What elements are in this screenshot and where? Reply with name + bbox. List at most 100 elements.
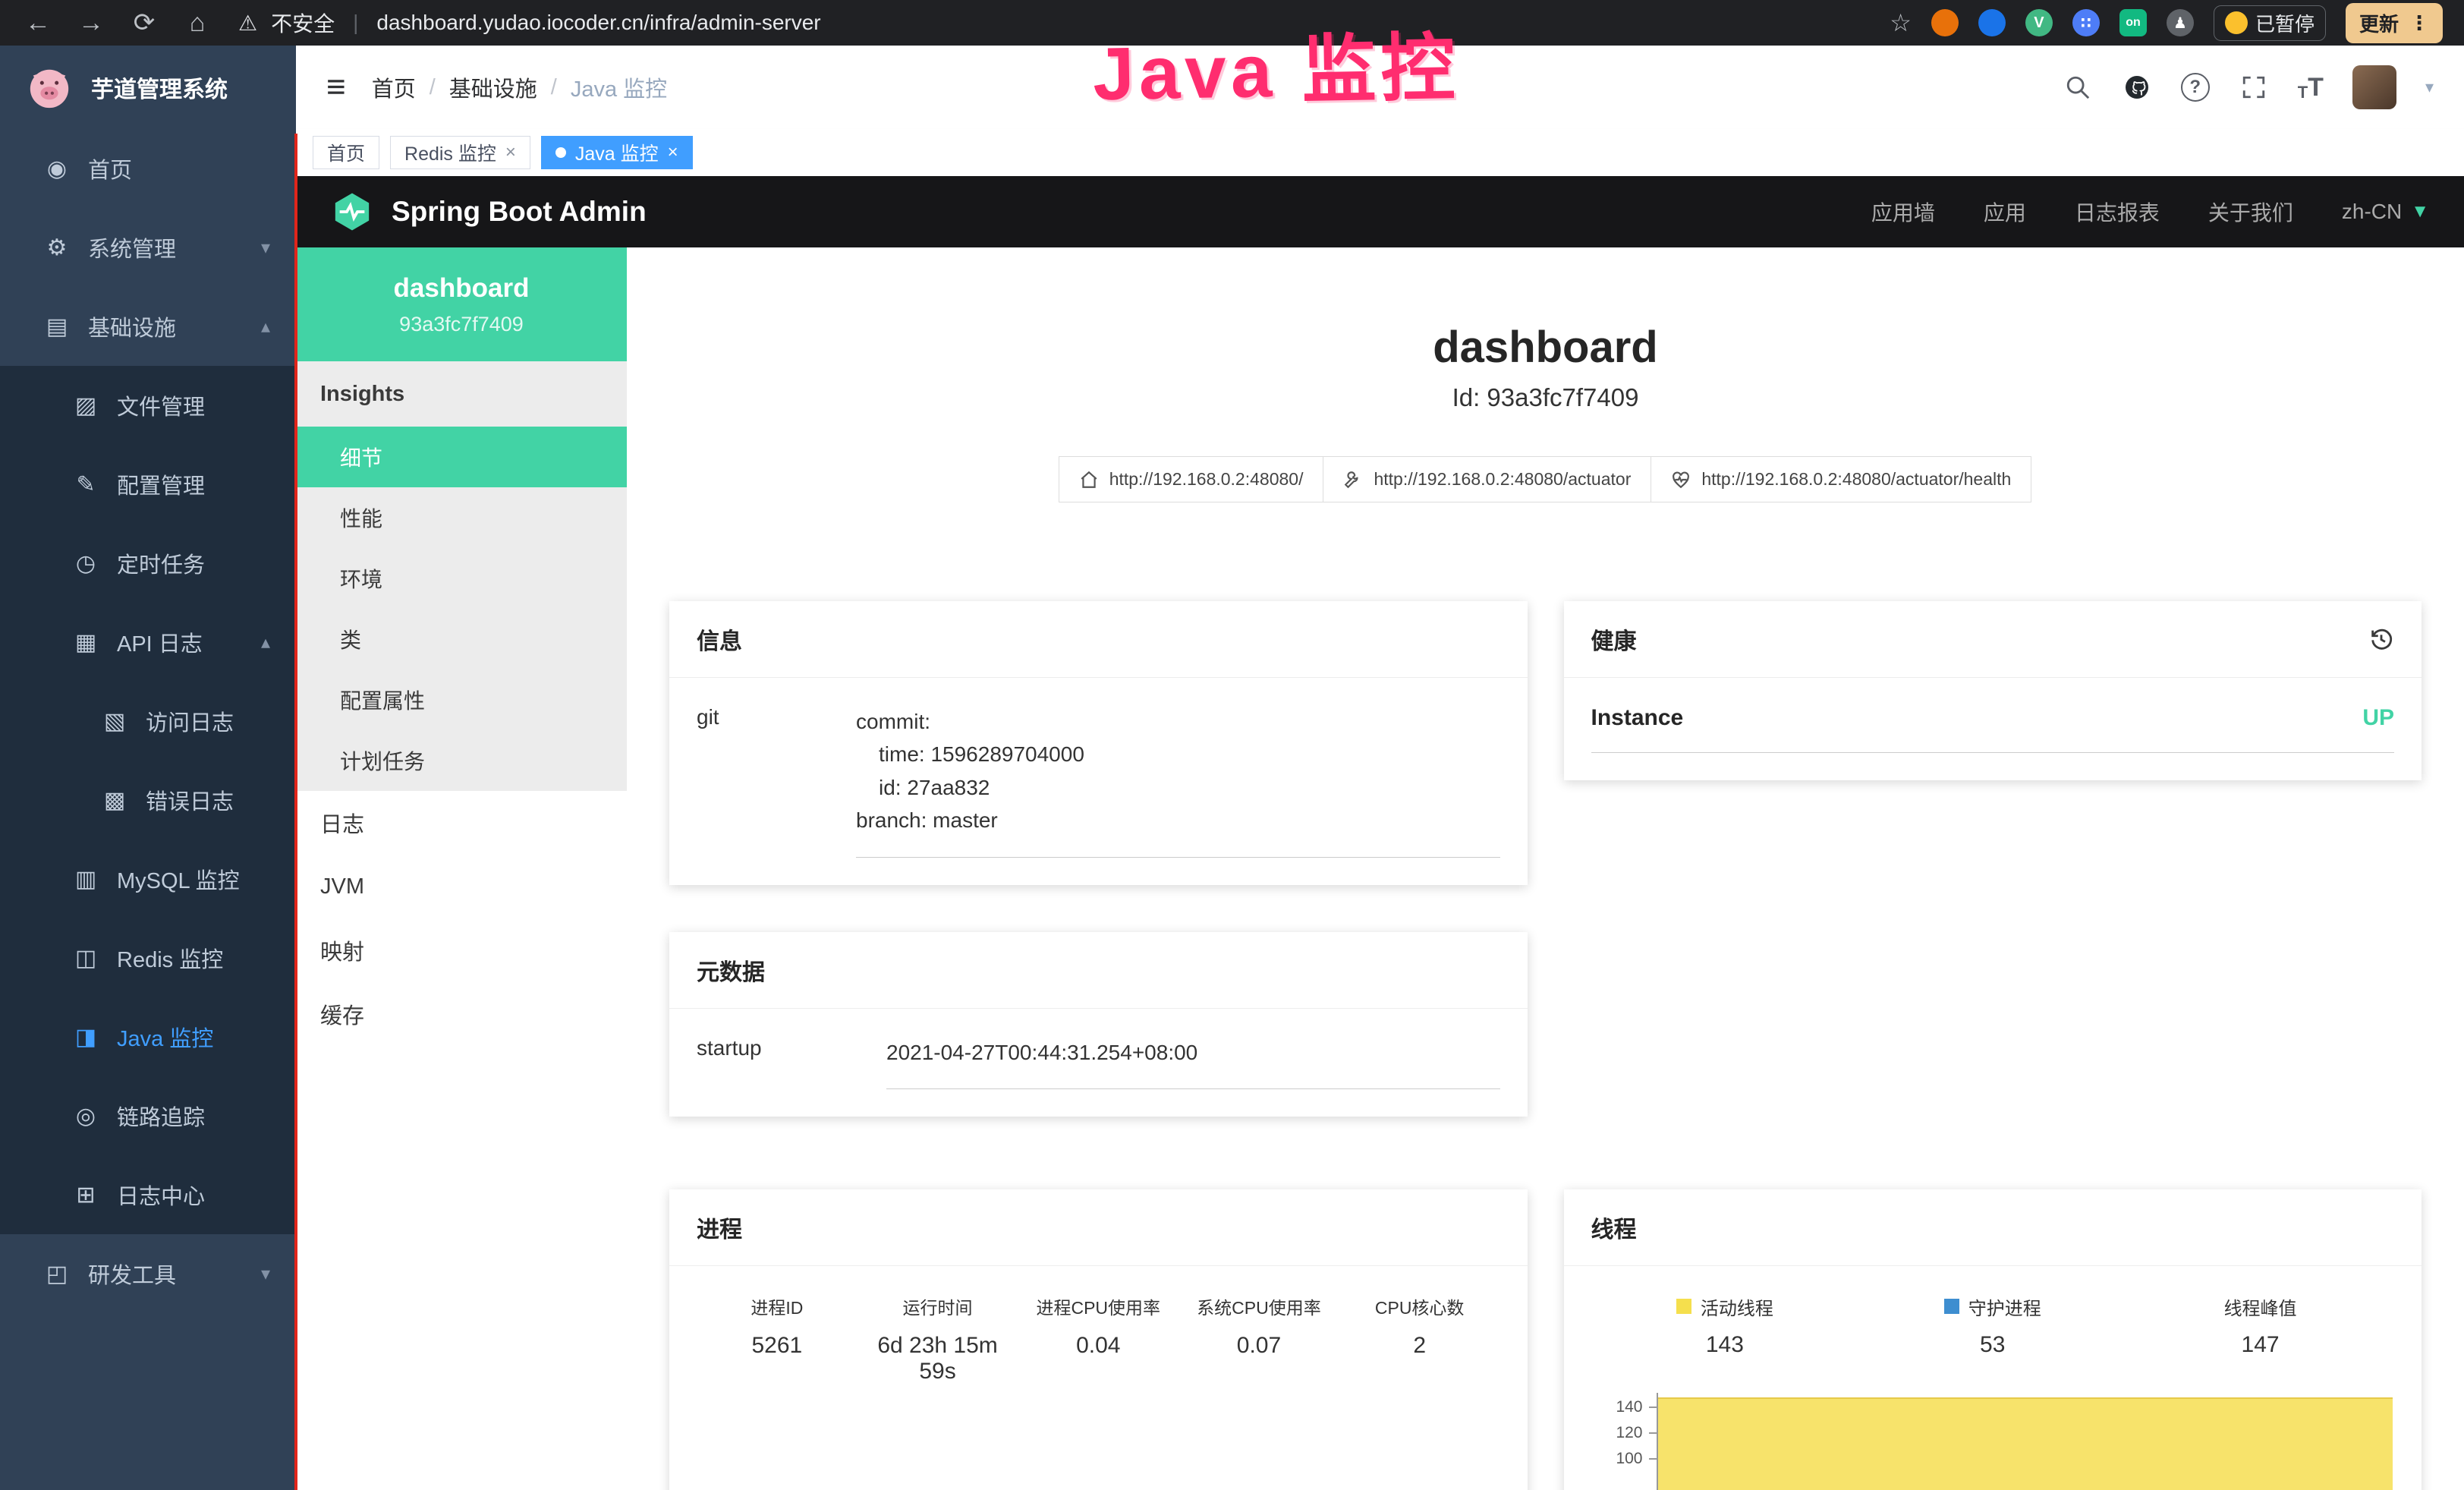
home-icon[interactable]: ⌂ (181, 8, 214, 38)
sba-nav-wallboard[interactable]: 应用墙 (1871, 197, 1935, 227)
address-separator: | (353, 11, 358, 35)
help-icon[interactable]: ? (2181, 73, 2210, 102)
sba-item-environment[interactable]: 环境 (296, 548, 627, 609)
tab-label: Java 监控 (575, 139, 659, 166)
sba-item-classes[interactable]: 类 (296, 609, 627, 669)
sidebar-item-label: 基础设施 (88, 310, 176, 342)
kebab-menu-icon[interactable]: ⋮ (2409, 11, 2429, 35)
sba-sidebar: dashboard 93a3fc7f7409 Insights 细节 性能 环境… (296, 247, 627, 1490)
col-header: 进程ID (697, 1293, 858, 1319)
sidebar-item-label: 研发工具 (88, 1258, 176, 1290)
sidebar-item-log-center[interactable]: ⊞ 日志中心 (0, 1155, 296, 1234)
sba-item-metrics[interactable]: 性能 (296, 487, 627, 548)
sba-item-details[interactable]: 细节 (296, 427, 627, 487)
sba-nav-journal[interactable]: 日志报表 (2075, 197, 2160, 227)
extension-icon-vue[interactable]: V (2025, 9, 2053, 36)
sidebar-item-access-logs[interactable]: ▧ 访问日志 (0, 682, 296, 761)
sidebar-item-config-management[interactable]: ✎ 配置管理 (0, 445, 296, 524)
extension-icon-on-switch[interactable]: on (2119, 9, 2147, 36)
caret-down-icon[interactable]: ▾ (2425, 77, 2434, 97)
infrastructure-icon: ▤ (42, 313, 71, 340)
github-icon[interactable] (2122, 72, 2152, 102)
sidebar-item-java-monitor[interactable]: ◨ Java 监控 (0, 997, 296, 1076)
metadata-card-title: 元数据 (697, 953, 765, 987)
close-icon[interactable]: × (668, 142, 678, 163)
bookmark-star-icon[interactable]: ☆ (1890, 8, 1912, 37)
user-avatar[interactable] (2352, 65, 2396, 109)
paused-badge[interactable]: 已暂停 (2214, 5, 2326, 41)
sidebar-item-home[interactable]: ◉ 首页 (0, 129, 296, 208)
instance-link-health[interactable]: http://192.168.0.2:48080/actuator/health (1651, 456, 2031, 502)
sba-item-scheduled-tasks[interactable]: 计划任务 (296, 730, 627, 791)
sidebar-item-infrastructure[interactable]: ▤ 基础设施 ▴ (0, 287, 296, 366)
metadata-card: 元数据 startup 2021-04-27T00:44:31.254+08:0… (669, 932, 1528, 1117)
chart-y-axis: 140 120 100 (1591, 1393, 1657, 1490)
sidebar-item-mysql-monitor[interactable]: ▥ MySQL 监控 (0, 840, 296, 918)
close-icon[interactable]: × (505, 142, 516, 163)
pig-avatar-icon (26, 64, 73, 111)
process-col-cpus: CPU核心数 2 (1339, 1293, 1500, 1384)
sba-instance-header[interactable]: dashboard 93a3fc7f7409 (296, 247, 627, 361)
address-bar[interactable]: ⚠ 不安全 | dashboard.yudao.iocoder.cn/infra… (238, 8, 1870, 38)
sidebar-item-system-management[interactable]: ⚙ 系统管理 ▾ (0, 208, 296, 287)
locale-selector[interactable]: zh-CN ▼ (2342, 200, 2429, 224)
tab-label: Redis 监控 (404, 139, 496, 166)
sba-item-caches[interactable]: 缓存 (296, 982, 627, 1046)
sidebar-item-redis-monitor[interactable]: ◫ Redis 监控 (0, 918, 296, 997)
instance-link-actuator[interactable]: http://192.168.0.2:48080/actuator (1323, 456, 1651, 502)
back-icon[interactable]: ← (21, 8, 55, 38)
col-value: 6d 23h 15m 59s (858, 1333, 1018, 1384)
search-icon[interactable] (2063, 72, 2093, 102)
sidebar-item-api-logs[interactable]: ▦ API 日志 ▴ (0, 603, 296, 682)
extension-icon-orange[interactable] (1931, 9, 1959, 36)
sba-brand[interactable]: Spring Boot Admin (331, 191, 647, 233)
live-threads-area (1658, 1397, 2393, 1490)
sidebar-item-scheduled-tasks[interactable]: ◷ 定时任务 (0, 524, 296, 603)
extension-icon-grid[interactable]: ∷ (2072, 9, 2100, 36)
app-logo[interactable]: 芋道管理系统 (0, 46, 296, 129)
mysql-icon: ▥ (71, 866, 100, 893)
sba-item-mappings[interactable]: 映射 (296, 918, 627, 982)
update-button[interactable]: 更新 ⋮ (2346, 3, 2443, 43)
legend-swatch-daemon (1944, 1299, 1959, 1314)
tab-redis-monitor[interactable]: Redis 监控 × (390, 136, 530, 169)
instance-subtitle: Id: 93a3fc7f7409 (669, 383, 2422, 412)
instance-link-home[interactable]: http://192.168.0.2:48080/ (1059, 456, 1324, 502)
sidebar-item-tracing[interactable]: ◎ 链路追踪 (0, 1076, 296, 1155)
sidebar-item-error-logs[interactable]: ▩ 错误日志 (0, 761, 296, 840)
legend-label: 活动线程 (1701, 1293, 1773, 1320)
sba-item-logs[interactable]: 日志 (296, 791, 627, 855)
sidebar-item-dev-tools[interactable]: ◰ 研发工具 ▾ (0, 1234, 296, 1313)
sidebar-item-label: 系统管理 (88, 232, 176, 263)
chevron-up-icon: ▴ (261, 316, 270, 338)
extension-icon-blue-pin[interactable] (1978, 9, 2006, 36)
threads-card-title: 线程 (1591, 1211, 1637, 1244)
font-size-icon[interactable]: TT (2298, 73, 2324, 102)
sba-nav-applications[interactable]: 应用 (1984, 197, 2026, 227)
warning-icon: ⚠ (238, 11, 257, 36)
insights-group-label: Insights (296, 361, 627, 427)
instance-links: http://192.168.0.2:48080/ http://192.168… (669, 456, 2422, 502)
redis-icon: ◫ (71, 945, 100, 972)
breadcrumb-infrastructure[interactable]: 基础设施 (449, 71, 537, 103)
tab-java-monitor[interactable]: Java 监控 × (541, 136, 693, 169)
reload-icon[interactable]: ⟳ (127, 8, 161, 38)
sba-nav-about[interactable]: 关于我们 (2208, 197, 2293, 227)
instance-name: dashboard (394, 273, 530, 304)
sba-logo-icon (331, 191, 373, 233)
history-icon[interactable] (2368, 626, 2394, 652)
fullscreen-icon[interactable] (2239, 72, 2269, 102)
sba-item-config-props[interactable]: 配置属性 (296, 669, 627, 730)
health-instance-row[interactable]: Instance UP (1591, 705, 2395, 753)
extension-icon-pawn[interactable]: ♟ (2167, 9, 2194, 36)
col-value: 0.07 (1179, 1333, 1339, 1359)
threads-card: 线程 活动线程 143 守护进程 (1564, 1189, 2422, 1490)
forward-icon[interactable]: → (74, 8, 108, 38)
sidebar-item-file-management[interactable]: ▨ 文件管理 (0, 366, 296, 445)
breadcrumb-home[interactable]: 首页 (372, 71, 416, 103)
hamburger-icon[interactable]: ≡ (326, 68, 346, 106)
git-commit-line: commit: (856, 705, 1500, 738)
sba-item-jvm[interactable]: JVM (296, 855, 627, 918)
tab-home[interactable]: 首页 (313, 136, 379, 169)
process-col-pid: 进程ID 5261 (697, 1293, 858, 1384)
